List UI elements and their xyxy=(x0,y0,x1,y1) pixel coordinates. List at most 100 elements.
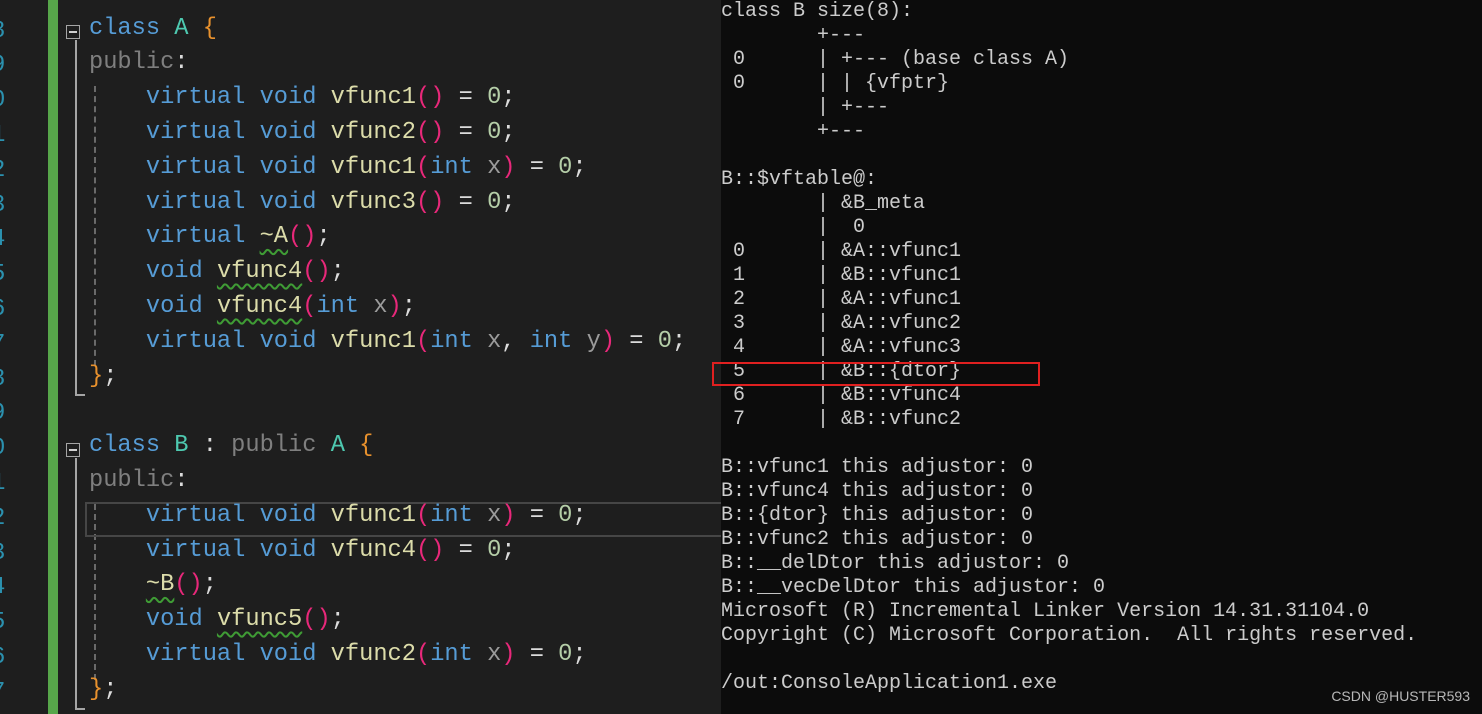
line-number: 0 xyxy=(0,84,11,119)
code-token: x xyxy=(487,501,502,529)
line-number: 6 xyxy=(0,641,11,676)
line-number: 4 xyxy=(0,571,11,606)
console-line: B::__vecDelDtor this adjustor: 0 xyxy=(721,576,1106,599)
code-token: ; xyxy=(330,258,345,286)
console-line: Copyright (C) Microsoft Corporation. All… xyxy=(721,624,1418,647)
code-line[interactable]: }; xyxy=(89,676,117,711)
code-token: void xyxy=(259,153,317,181)
code-line[interactable]: class B : public A { xyxy=(89,432,373,467)
fold-end xyxy=(75,394,85,396)
console-line: +--- xyxy=(721,120,866,143)
code-token: ( xyxy=(415,153,431,181)
code-line[interactable]: void vfunc4(); xyxy=(89,258,345,293)
code-token: ; xyxy=(501,188,516,216)
watermark: CSDN @HUSTER593 xyxy=(1331,688,1470,704)
code-token: void xyxy=(259,84,317,112)
code-token: A xyxy=(174,14,189,42)
code-token: class xyxy=(89,14,161,42)
console-output: class B size(8): +--- 0 | +--- (base cla… xyxy=(721,0,1482,714)
console-line: 1 | &B::vfunc1 xyxy=(721,264,962,287)
code-token: y xyxy=(586,327,601,355)
code-token: 0 xyxy=(487,119,502,146)
code-token: 0 xyxy=(487,536,502,564)
code-token: , xyxy=(501,327,530,355)
highlight-box-dtor xyxy=(712,362,1040,386)
line-number: 5 xyxy=(0,258,11,293)
code-token: public xyxy=(89,49,175,77)
code-token: virtual xyxy=(145,641,246,668)
line-number: 7 xyxy=(0,328,11,363)
code-line[interactable]: virtual void vfunc1() = 0; xyxy=(89,84,516,119)
code-token: ; xyxy=(501,536,516,564)
code-line[interactable]: void vfunc4(int x); xyxy=(89,293,416,328)
line-number: 9 xyxy=(0,49,11,84)
code-line[interactable]: virtual void vfunc1(int x) = 0; xyxy=(89,154,587,189)
line-number: 1 xyxy=(0,119,11,154)
collapse-class-b-button[interactable] xyxy=(66,443,80,457)
code-token: () xyxy=(415,536,445,564)
code-line[interactable]: virtual void vfunc2(int x) = 0; xyxy=(89,641,587,676)
code-line[interactable]: }; xyxy=(89,363,117,398)
code-token: void xyxy=(145,258,203,286)
code-line[interactable]: virtual void vfunc1(int x, int y) = 0; xyxy=(89,328,686,363)
code-token: public xyxy=(89,467,175,494)
code-line[interactable]: void vfunc5(); xyxy=(89,606,345,641)
code-token: 0 xyxy=(487,188,502,216)
code-token: = xyxy=(444,536,488,564)
code-token: virtual xyxy=(145,84,246,112)
code-token: ( xyxy=(415,641,431,668)
console-line: B::vfunc4 this adjustor: 0 xyxy=(721,480,1034,503)
code-token: int xyxy=(430,153,473,181)
fold-line xyxy=(75,40,77,396)
collapse-class-a-button[interactable] xyxy=(66,25,80,39)
line-number: 3 xyxy=(0,189,11,224)
code-line[interactable]: virtual void vfunc3() = 0; xyxy=(89,189,516,224)
code-line[interactable]: ~B(); xyxy=(89,571,217,606)
line-number: 6 xyxy=(0,293,11,328)
line-number: 2 xyxy=(0,154,11,189)
code-token: vfunc3 xyxy=(330,188,416,216)
line-number: 0 xyxy=(0,432,11,467)
code-token: vfunc1 xyxy=(330,501,416,529)
code-token: virtual xyxy=(145,223,246,251)
code-token: B xyxy=(174,432,189,460)
code-token: vfunc4 xyxy=(216,258,303,286)
code-token: public xyxy=(231,432,317,460)
line-number: 2 xyxy=(0,502,11,537)
code-line[interactable]: class A { xyxy=(89,15,217,50)
console-line: 0 | +--- (base class A) xyxy=(721,48,1070,71)
code-token: ) xyxy=(501,641,516,668)
code-token: = xyxy=(444,84,488,112)
code-line[interactable]: virtual void vfunc1(int x) = 0; xyxy=(89,502,587,537)
code-line[interactable]: virtual ~A(); xyxy=(89,223,331,258)
code-token: void xyxy=(259,501,317,529)
code-line[interactable]: public: xyxy=(89,49,189,84)
console-line: /out:ConsoleApplication1.exe xyxy=(721,672,1058,695)
code-token: void xyxy=(259,641,317,668)
code-token: () xyxy=(415,84,445,112)
code-editor[interactable]: 89012345678901234567 class A {public: vi… xyxy=(0,0,721,714)
code-token: x xyxy=(487,153,502,181)
code-token: A xyxy=(330,432,345,460)
code-line[interactable]: virtual void vfunc4() = 0; xyxy=(89,537,516,572)
line-number: 7 xyxy=(0,676,11,711)
code-token: ; xyxy=(572,153,587,181)
console-line: 0 | | {vfptr} xyxy=(721,72,950,95)
code-line[interactable]: public: xyxy=(89,467,189,502)
code-line[interactable]: virtual void vfunc2() = 0; xyxy=(89,119,516,154)
code-token: ( xyxy=(302,293,317,320)
